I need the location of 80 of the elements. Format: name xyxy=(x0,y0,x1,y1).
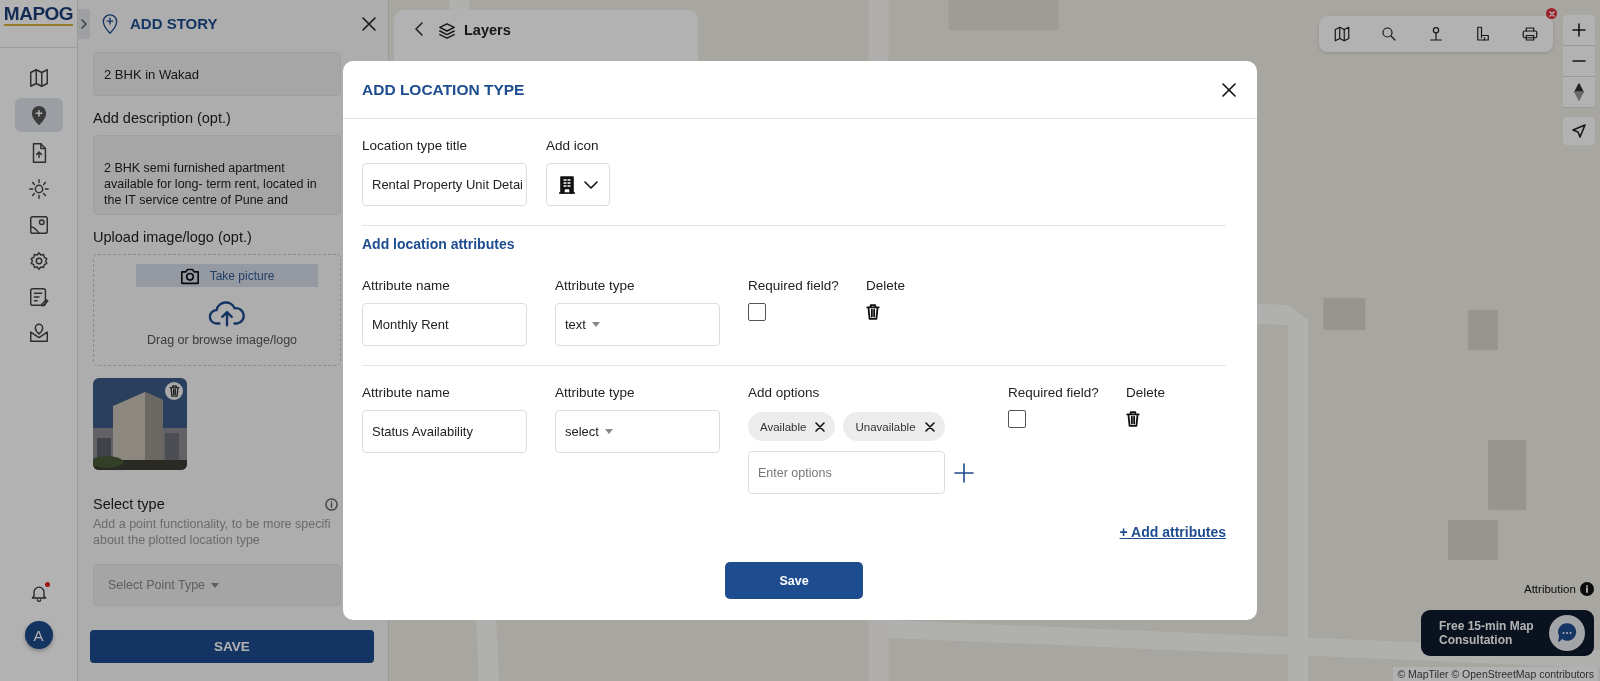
chevron-right-icon xyxy=(80,18,88,29)
rail-item[interactable] xyxy=(14,98,63,132)
field-label: Add options xyxy=(748,385,820,400)
back-icon[interactable] xyxy=(414,22,424,36)
close-icon[interactable] xyxy=(362,16,376,31)
trash-icon[interactable] xyxy=(866,304,880,320)
attribute-name-field[interactable]: Monthly Rent xyxy=(362,303,527,346)
attribute-name-field[interactable]: Status Availability xyxy=(362,410,527,453)
option-chip: Available xyxy=(748,412,836,441)
field-label: Delete xyxy=(866,278,906,293)
logo[interactable]: MAPOG xyxy=(3,4,74,26)
camera-icon xyxy=(179,266,200,285)
field-label: Upload image/logo (opt.) xyxy=(93,229,252,245)
plus-icon xyxy=(1572,23,1586,37)
mail-pin-icon xyxy=(27,321,50,344)
navigation-arrow-icon xyxy=(1572,124,1586,138)
map-icon xyxy=(27,66,50,89)
field-label: Required field? xyxy=(748,278,839,293)
field-label: Add icon xyxy=(546,138,599,153)
map-credits: © MapTiler © OpenStreetMap contributors xyxy=(1393,667,1598,681)
attribution-link[interactable]: Attribution xyxy=(1524,583,1576,595)
panel-title: ADD STORY xyxy=(130,15,218,32)
field-label: Select type xyxy=(93,496,165,512)
info-icon[interactable] xyxy=(1579,582,1594,596)
save-button[interactable]: SAVE xyxy=(90,630,374,663)
remove-icon[interactable] xyxy=(924,421,935,432)
field-label: Required field? xyxy=(1008,385,1099,400)
remove-icon[interactable] xyxy=(815,421,826,432)
description-field[interactable]: 2 BHK semi furnished apartment available for long- term rent, located in the IT service centre of Pune and xyxy=(93,135,341,215)
chevron-down-icon xyxy=(583,180,598,189)
consultation-card[interactable]: Free 15-min Map Consultation xyxy=(1421,610,1594,656)
pin-plus-icon xyxy=(100,12,120,35)
settings-icon xyxy=(27,249,50,272)
map-pin-card-icon xyxy=(27,213,50,236)
close-icon[interactable] xyxy=(1222,82,1236,97)
icon-select[interactable] xyxy=(546,163,610,206)
list-edit-icon xyxy=(27,285,50,308)
save-button[interactable]: Save xyxy=(725,562,863,599)
field-label: Attribute name xyxy=(362,278,450,293)
field-label: Delete xyxy=(1126,385,1166,400)
field-value: 2 BHK in Wakad xyxy=(104,66,199,82)
locate-button[interactable] xyxy=(1563,117,1595,145)
take-picture-button[interactable]: Take picture xyxy=(136,264,318,287)
attribute-type-select[interactable]: text xyxy=(555,303,720,346)
option-input-field[interactable]: Enter options xyxy=(748,451,945,494)
trash-icon xyxy=(168,385,180,397)
chat-icon xyxy=(1556,622,1578,644)
upload-dropzone[interactable]: Take picture Drag or browse image/logo xyxy=(93,254,341,366)
field-hint: Add a point functionality, to be more specifi about the plotted location type xyxy=(93,516,331,548)
collapse-tab[interactable] xyxy=(78,8,90,39)
layers-icon xyxy=(438,22,456,40)
add-attributes-link[interactable]: + Add attributes xyxy=(1119,524,1226,540)
close-icon xyxy=(1548,10,1555,17)
field-label: Attribute type xyxy=(555,385,635,400)
field-label: Add description (opt.) xyxy=(93,110,231,126)
required-checkbox[interactable] xyxy=(1008,410,1026,428)
building-icon xyxy=(558,175,575,194)
cloud-upload-icon xyxy=(208,298,246,328)
info-icon[interactable] xyxy=(325,497,338,511)
dialog-title: ADD LOCATION TYPE xyxy=(362,80,525,99)
field-label: Attribute type xyxy=(555,278,635,293)
attribute-type-select[interactable]: select xyxy=(555,410,720,453)
compass-icon xyxy=(1574,83,1584,101)
option-chip: Unavailable xyxy=(843,412,945,441)
story-title-field[interactable]: 2 BHK in Wakad xyxy=(93,52,341,96)
field-label: Attribute name xyxy=(362,385,450,400)
consultation-text: Free 15-min Map Consultation xyxy=(1439,619,1535,647)
printer-icon[interactable] xyxy=(1520,25,1539,43)
trash-icon[interactable] xyxy=(1126,411,1140,427)
required-checkbox[interactable] xyxy=(748,303,766,321)
field-label: Location type title xyxy=(362,138,468,153)
close-badge[interactable] xyxy=(1546,8,1557,19)
map-icon[interactable] xyxy=(1333,25,1352,43)
plus-icon[interactable] xyxy=(954,462,974,483)
section-title: Add location attributes xyxy=(362,236,516,252)
avatar[interactable]: A xyxy=(24,621,53,649)
location-title-field[interactable]: Rental Property Unit Detai xyxy=(362,163,527,206)
pin-icon[interactable] xyxy=(1427,25,1445,43)
dropzone-hint: Drag or browse image/logo xyxy=(147,333,298,347)
panel-title: Layers xyxy=(464,22,511,38)
